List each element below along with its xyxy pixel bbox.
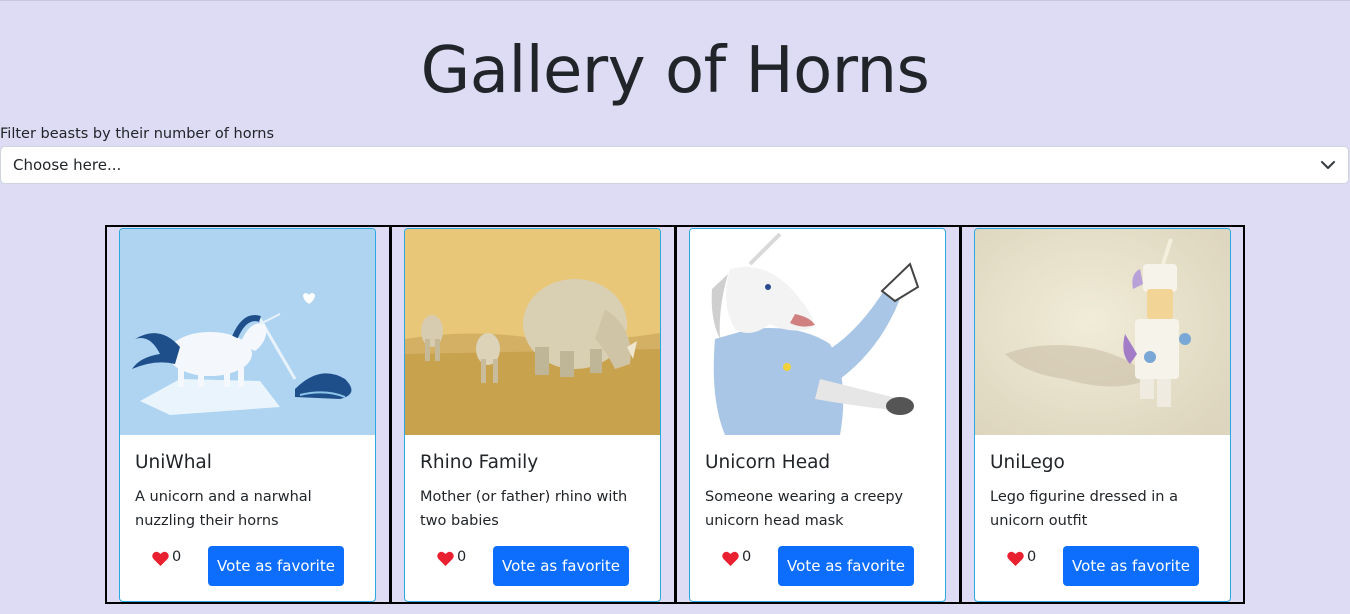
vote-favorite-button[interactable]: Vote as favorite bbox=[208, 546, 344, 586]
gallery-column: UniLego Lego figurine dressed in a unico… bbox=[960, 225, 1245, 604]
heart-icon bbox=[437, 551, 454, 566]
beast-description: Mother (or father) rhino with two babies bbox=[420, 489, 628, 529]
gallery-column: UniWhal A unicorn and a narwhal nuzzling… bbox=[105, 225, 391, 604]
horn-filter-select[interactable]: Choose here... bbox=[0, 146, 1349, 184]
beast-description: A unicorn and a narwhal nuzzling their h… bbox=[135, 489, 312, 529]
beast-description: Lego figurine dressed in a unicorn outfi… bbox=[990, 489, 1178, 529]
select-value: Choose here... bbox=[13, 156, 122, 174]
gallery-column: Rhino Family Mother (or father) rhino wi… bbox=[390, 225, 676, 604]
heart-icon bbox=[1007, 551, 1024, 566]
filter-label: Filter beasts by their number of horns bbox=[0, 126, 275, 142]
heart-icon bbox=[152, 551, 169, 566]
beast-name: UniWhal bbox=[135, 452, 212, 473]
vote-count: 0 bbox=[742, 549, 752, 565]
heart-icon bbox=[722, 551, 739, 566]
gallery-row: UniWhal A unicorn and a narwhal nuzzling… bbox=[105, 225, 1245, 604]
beast-image-uniwhal[interactable] bbox=[120, 229, 375, 435]
vote-favorite-button[interactable]: Vote as favorite bbox=[778, 546, 914, 586]
beast-description: Someone wearing a creepy unicorn head ma… bbox=[705, 489, 904, 529]
beast-image-unilego[interactable] bbox=[975, 229, 1230, 435]
chevron-down-icon bbox=[1321, 161, 1335, 169]
top-divider bbox=[0, 0, 1350, 1]
vote-favorite-button[interactable]: Vote as favorite bbox=[1063, 546, 1199, 586]
beast-card: UniWhal A unicorn and a narwhal nuzzling… bbox=[119, 228, 376, 602]
beast-card: Unicorn Head Someone wearing a creepy un… bbox=[689, 228, 946, 602]
vote-count: 0 bbox=[457, 549, 467, 565]
vote-count: 0 bbox=[1027, 549, 1037, 565]
beast-image-rhino-family[interactable] bbox=[405, 229, 660, 435]
beast-card: Rhino Family Mother (or father) rhino wi… bbox=[404, 228, 661, 602]
page-title: Gallery of Horns bbox=[420, 34, 930, 108]
beast-image-unicorn-head[interactable] bbox=[690, 229, 945, 435]
vote-favorite-button[interactable]: Vote as favorite bbox=[493, 546, 629, 586]
vote-count: 0 bbox=[172, 549, 182, 565]
beast-name: Rhino Family bbox=[420, 452, 539, 473]
beast-name: UniLego bbox=[990, 452, 1065, 473]
gallery-column: Unicorn Head Someone wearing a creepy un… bbox=[675, 225, 961, 604]
beast-card: UniLego Lego figurine dressed in a unico… bbox=[974, 228, 1231, 602]
beast-name: Unicorn Head bbox=[705, 452, 831, 473]
